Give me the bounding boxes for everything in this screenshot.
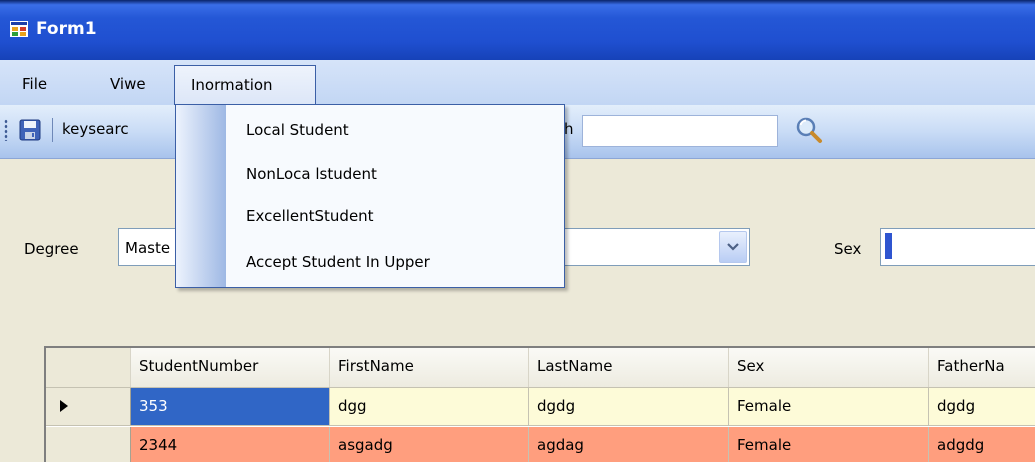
- menu-bar: File Viwe Inormation: [0, 60, 1035, 105]
- row-header[interactable]: [46, 427, 131, 462]
- menu-image-margin: [176, 105, 226, 287]
- window-title: Form1: [36, 19, 97, 39]
- degree-label: Degree: [24, 240, 79, 258]
- menu-item-accept-student-in-upper[interactable]: Accept Student In Upper: [246, 253, 430, 271]
- toolbar-separator: [52, 118, 53, 142]
- magnifier-icon[interactable]: [794, 115, 824, 145]
- column-header-sex[interactable]: Sex: [729, 348, 929, 387]
- table-cell[interactable]: 353: [131, 388, 330, 425]
- keysearch-label-tail: h: [564, 120, 574, 138]
- table-row[interactable]: 353 dgg dgdg Female dgdg: [46, 388, 1035, 426]
- search-input[interactable]: [582, 115, 778, 147]
- table-cell[interactable]: asgadg: [330, 427, 529, 462]
- sex-label: Sex: [834, 240, 862, 258]
- current-row-arrow-icon: [60, 400, 68, 412]
- sex-input[interactable]: [880, 228, 1035, 266]
- column-header-lastname[interactable]: LastName: [529, 348, 729, 387]
- menu-item-nonlocal-student[interactable]: NonLoca lstudent: [246, 165, 377, 183]
- column-header-studentnumber[interactable]: StudentNumber: [131, 348, 330, 387]
- toolbar-grip[interactable]: [4, 119, 8, 141]
- menu-item-excellent-student[interactable]: ExcellentStudent: [246, 207, 374, 225]
- table-cell[interactable]: dgg: [330, 388, 529, 425]
- form-app-icon: [10, 21, 28, 37]
- keysearch-label: keysearc: [62, 120, 129, 138]
- chevron-down-icon: [727, 243, 739, 251]
- table-cell[interactable]: dgdg: [929, 388, 1035, 425]
- grid-header-row: StudentNumber FirstName LastName Sex Fat…: [46, 348, 1035, 388]
- table-cell[interactable]: 2344: [131, 427, 330, 462]
- menu-viwe[interactable]: Viwe: [104, 72, 152, 96]
- degree-dropdown-button[interactable]: [719, 231, 747, 263]
- table-cell[interactable]: Female: [729, 388, 929, 425]
- title-bar: Form1: [0, 0, 1035, 60]
- student-data-grid[interactable]: StudentNumber FirstName LastName Sex Fat…: [44, 346, 1035, 462]
- table-row[interactable]: 2344 asgadg agdag Female adgdg: [46, 427, 1035, 462]
- degree-value: Maste: [125, 239, 171, 257]
- column-header-fathername[interactable]: FatherNa: [929, 348, 1035, 387]
- table-cell[interactable]: dgdg: [529, 388, 729, 425]
- table-cell[interactable]: adgdg: [929, 427, 1035, 462]
- text-caret: [885, 233, 892, 259]
- table-cell[interactable]: Female: [729, 427, 929, 462]
- inormation-dropdown-menu: Local Student NonLoca lstudent Excellent…: [175, 104, 565, 288]
- row-header[interactable]: [46, 388, 131, 425]
- menu-file[interactable]: File: [16, 72, 53, 96]
- save-icon[interactable]: [18, 118, 42, 142]
- column-header-firstname[interactable]: FirstName: [330, 348, 529, 387]
- menu-item-local-student[interactable]: Local Student: [246, 121, 349, 139]
- menu-inormation[interactable]: Inormation: [174, 65, 316, 105]
- table-cell[interactable]: agdag: [529, 427, 729, 462]
- grid-corner-header[interactable]: [46, 348, 131, 387]
